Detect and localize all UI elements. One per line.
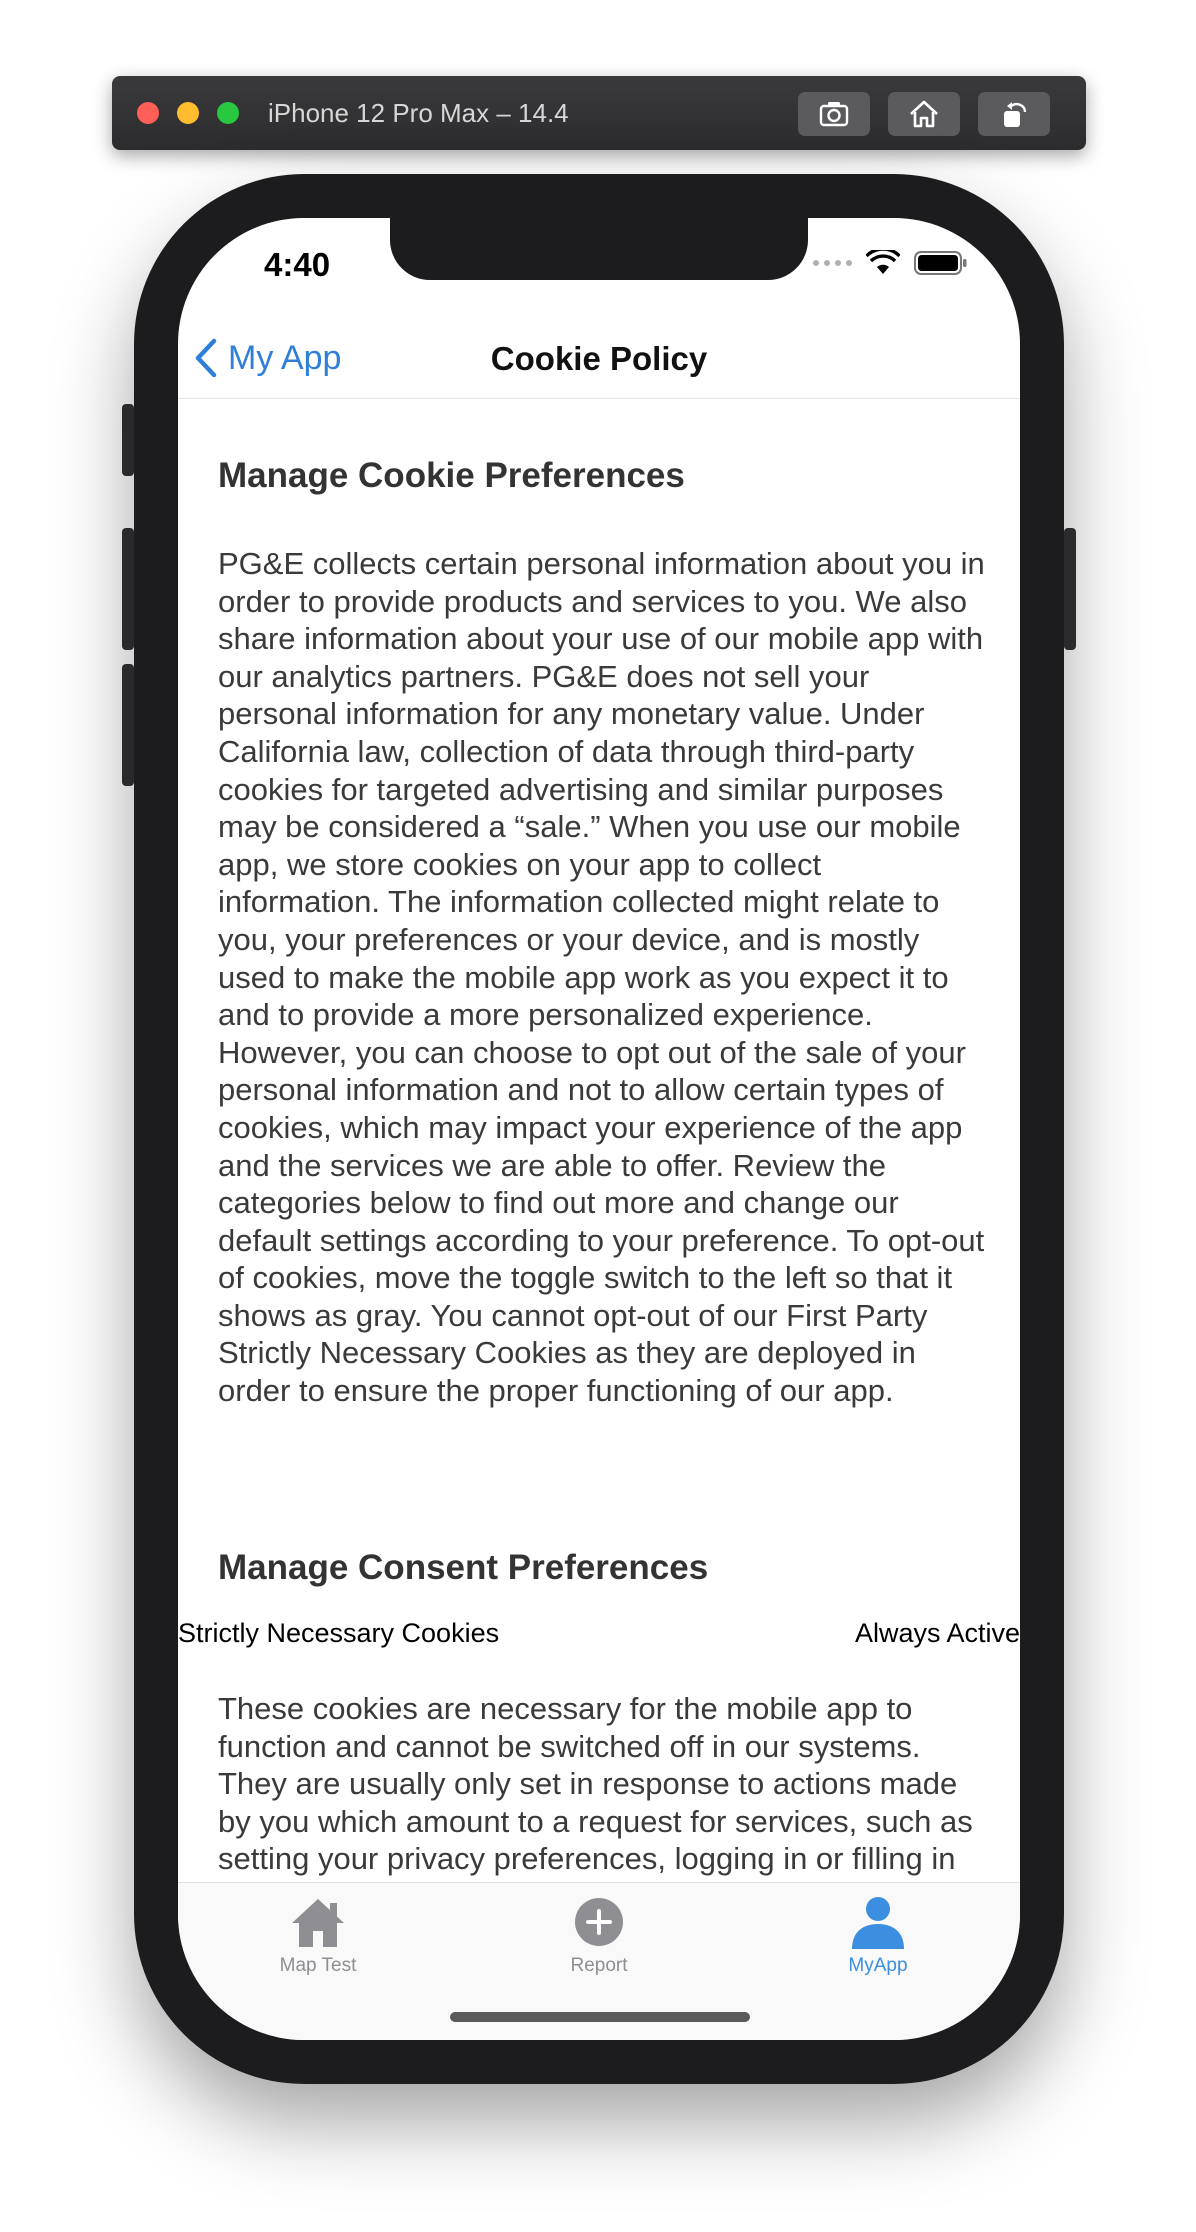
zoom-window-button[interactable] bbox=[217, 102, 239, 124]
volume-down-button[interactable] bbox=[122, 664, 134, 786]
tab-map-test-label: Map Test bbox=[279, 1955, 357, 1976]
phone-screen: 4:40 My App Cookie Policy Manage Cookie … bbox=[178, 218, 1020, 2040]
tab-myapp[interactable]: MyApp bbox=[778, 1895, 978, 1977]
house-icon bbox=[292, 1899, 344, 1947]
status-time: 4:40 bbox=[264, 246, 331, 283]
close-window-button[interactable] bbox=[137, 102, 159, 124]
signal-dots-icon bbox=[813, 260, 852, 266]
simulator-title: iPhone 12 Pro Max – 14.4 bbox=[268, 98, 569, 128]
mute-switch[interactable] bbox=[122, 404, 134, 476]
volume-up-button[interactable] bbox=[122, 528, 134, 650]
cookie-policy-content[interactable]: Manage Cookie Preferences PG&E collects … bbox=[178, 400, 1020, 1882]
cookie-policy-paragraph: PG&E collects certain personal informati… bbox=[218, 546, 985, 1409]
manage-cookie-preferences-heading: Manage Cookie Preferences bbox=[218, 456, 685, 495]
screenshot-button[interactable] bbox=[798, 92, 870, 136]
home-indicator[interactable] bbox=[450, 2012, 750, 2022]
home-button[interactable] bbox=[888, 92, 960, 136]
tab-report-label: Report bbox=[570, 1955, 628, 1976]
minimize-window-button[interactable] bbox=[177, 102, 199, 124]
screenshot-icon bbox=[819, 102, 849, 127]
rotate-button[interactable] bbox=[978, 92, 1050, 136]
page-title: Cookie Policy bbox=[490, 340, 708, 377]
person-icon bbox=[852, 1897, 904, 1949]
home-icon bbox=[910, 100, 938, 128]
wifi-icon bbox=[866, 250, 900, 274]
status-icons bbox=[813, 250, 968, 276]
rotate-icon bbox=[1004, 102, 1027, 127]
strictly-necessary-description: These cookies are necessary for the mobi… bbox=[218, 1691, 973, 1882]
tab-map-test[interactable]: Map Test bbox=[218, 1895, 418, 1977]
always-active-status: Always Active bbox=[854, 1618, 1020, 1648]
power-button[interactable] bbox=[1064, 528, 1076, 650]
tab-myapp-label: MyApp bbox=[848, 1955, 908, 1976]
battery-icon bbox=[914, 251, 967, 275]
navigation-bar: My App Cookie Policy bbox=[178, 318, 1020, 399]
manage-consent-preferences-heading: Manage Consent Preferences bbox=[218, 1548, 709, 1587]
simulator-title-bar: iPhone 12 Pro Max – 14.4 bbox=[112, 76, 1086, 150]
notch bbox=[390, 218, 808, 280]
strictly-necessary-cookies-label: Strictly Necessary Cookies bbox=[178, 1618, 500, 1648]
tab-report[interactable]: Report bbox=[499, 1895, 699, 1977]
plus-circle-icon bbox=[575, 1898, 623, 1946]
